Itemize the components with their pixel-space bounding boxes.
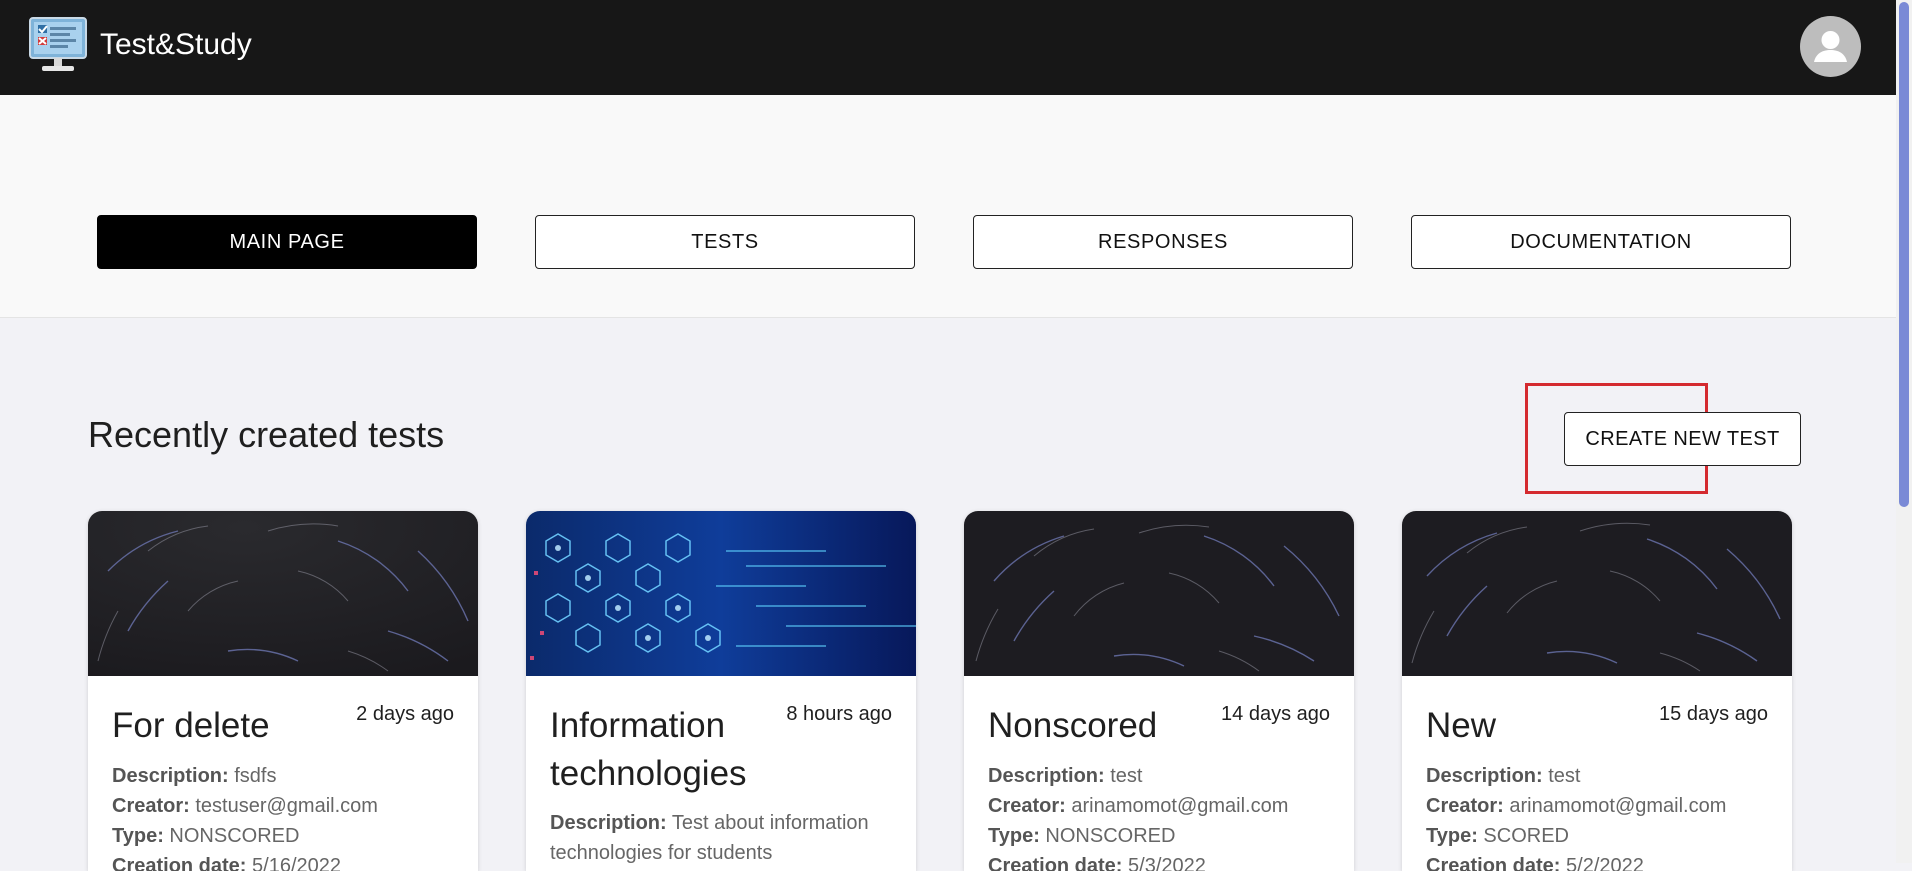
test-card[interactable]: Information technologies 8 hours ago Des… [526,511,916,871]
card-creator: Creator: arinamomot@gmail.com [988,791,1338,821]
type-value: NONSCORED [169,825,300,847]
description-label: Description: [550,812,667,834]
description-label: Description: [1426,765,1543,787]
page-scrollbar[interactable] [1896,0,1912,863]
type-label: Type: [1426,825,1478,847]
creator-value: arinamomot@gmail.com [1509,795,1727,817]
card-description: Description: test [988,761,1338,791]
card-creation-date: Creation date: 5/16/2022 [112,851,462,871]
card-title[interactable]: For delete [112,702,352,750]
app-bar: Test&Study [0,0,1896,95]
card-description: Description: fsdfs [112,761,462,791]
card-image [526,511,916,676]
creator-label: Creator: [988,795,1066,817]
description-label: Description: [112,765,229,787]
test-card[interactable]: For delete 2 days ago Description: fsdfs… [88,511,478,871]
card-image [88,511,478,676]
description-value: test [1548,765,1581,787]
card-image [964,511,1354,676]
creation-date-label: Creation date: [988,855,1123,871]
tests-button[interactable]: TESTS [535,215,915,269]
card-description: Description: Test about information tech… [550,808,900,868]
card-image [1402,511,1792,676]
person-icon [1814,31,1847,62]
user-avatar[interactable] [1800,16,1861,77]
card-description: Description: test [1426,761,1776,791]
creation-date-label: Creation date: [112,855,247,871]
description-label: Description: [988,765,1105,787]
main-page-button[interactable]: MAIN PAGE [97,215,477,269]
creator-label: Creator: [112,795,190,817]
nav-panel: MAIN PAGE TESTS RESPONSES DOCUMENTATION [0,95,1896,318]
description-value: test [1110,765,1143,787]
test-card[interactable]: New 15 days ago Description: test Creato… [1402,511,1792,871]
test-card[interactable]: Nonscored 14 days ago Description: test … [964,511,1354,871]
responses-button[interactable]: RESPONSES [973,215,1353,269]
type-value: NONSCORED [1045,825,1176,847]
card-creator: Creator: testuser@gmail.com [112,791,462,821]
documentation-button[interactable]: DOCUMENTATION [1411,215,1791,269]
creator-label: Creator: [1426,795,1504,817]
creation-date-value: 5/3/2022 [1128,855,1206,871]
creation-date-label: Creation date: [1426,855,1561,871]
card-creation-date: Creation date: 5/3/2022 [988,851,1338,871]
section-title: Recently created tests [88,414,445,455]
creator-value: arinamomot@gmail.com [1071,795,1289,817]
card-type: Type: NONSCORED [988,821,1338,851]
app-title[interactable]: Test&Study [100,28,252,62]
card-type: Type: SCORED [1426,821,1776,851]
card-creator: Creator: arinamomot@gmail.com [1426,791,1776,821]
creation-date-value: 5/16/2022 [252,855,342,871]
create-new-test-button[interactable]: CREATE NEW TEST [1564,412,1801,466]
card-time: 15 days ago [1659,703,1768,725]
creator-value: testuser@gmail.com [195,795,378,817]
card-creation-date: Creation date: 5/2/2022 [1426,851,1776,871]
card-time: 2 days ago [356,703,454,725]
card-title[interactable]: New [1426,702,1666,750]
scrollbar-thumb[interactable] [1899,2,1909,507]
card-time: 8 hours ago [786,703,892,725]
card-title[interactable]: Nonscored [988,702,1228,750]
card-title[interactable]: Information technologies [550,702,790,798]
monitor-checklist-logo-icon[interactable] [28,16,88,74]
type-label: Type: [112,825,164,847]
creation-date-value: 5/2/2022 [1566,855,1644,871]
card-time: 14 days ago [1221,703,1330,725]
type-label: Type: [988,825,1040,847]
card-type: Type: NONSCORED [112,821,462,851]
description-value: fsdfs [234,765,277,787]
type-value: SCORED [1483,825,1569,847]
